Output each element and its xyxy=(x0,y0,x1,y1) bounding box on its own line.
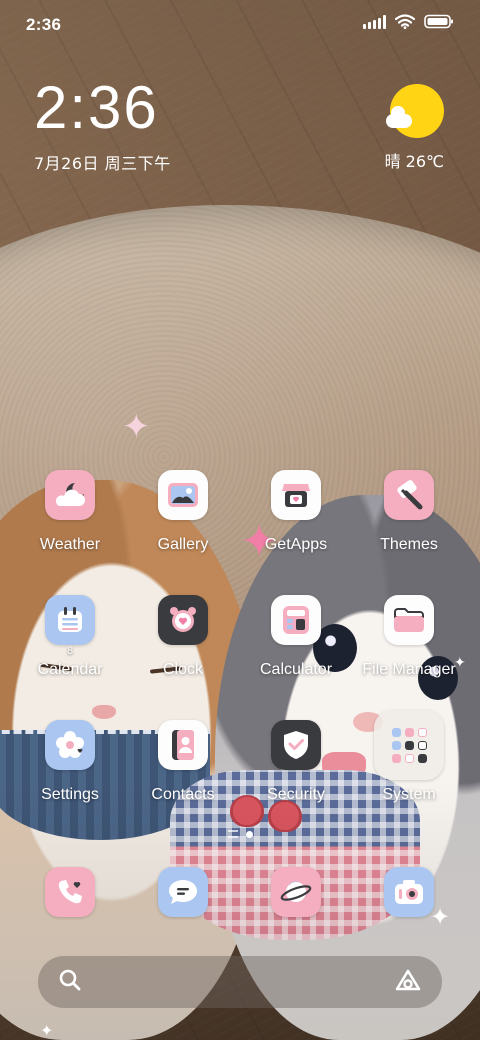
browser-planet-icon xyxy=(271,867,321,917)
contact-book-icon xyxy=(158,720,208,770)
app-label: File Manager xyxy=(362,661,456,678)
page-indicator[interactable] xyxy=(0,830,480,838)
app-settings[interactable]: Settings xyxy=(15,720,125,804)
app-row: Settings Contacts Security System xyxy=(0,710,480,830)
app-gallery[interactable]: Gallery xyxy=(128,470,238,554)
paintbrush-icon xyxy=(384,470,434,520)
store-icon xyxy=(271,470,321,520)
phone-icon xyxy=(45,867,95,917)
photo-icon xyxy=(158,470,208,520)
clock-widget[interactable]: 2:36 7月26日 周三下午 xyxy=(34,78,171,174)
battery-icon xyxy=(424,14,454,29)
search-icon[interactable] xyxy=(58,968,82,997)
app-label: GetApps xyxy=(264,536,328,553)
app-clock[interactable]: Clock xyxy=(128,595,238,679)
app-row: 8 Calendar Clock Calculator File Manager xyxy=(0,595,480,705)
search-bar[interactable] xyxy=(38,956,442,1008)
app-label: Calculator xyxy=(259,661,333,678)
app-label: Gallery xyxy=(157,536,209,553)
app-folder-system[interactable]: System xyxy=(354,710,464,804)
status-bar: 2:36 xyxy=(0,0,480,50)
assistant-icon[interactable] xyxy=(394,968,422,997)
sparkle-decoration: ✦ xyxy=(122,408,151,446)
folder-grid-icon xyxy=(374,710,444,780)
alarm-clock-icon xyxy=(158,595,208,645)
app-label: Themes xyxy=(380,536,438,553)
calendar-icon xyxy=(45,595,95,645)
calendar-date-badge: 8 xyxy=(66,645,74,657)
app-label: Weather xyxy=(39,536,101,553)
widget-weather: 晴 26℃ xyxy=(384,152,444,171)
dock-browser[interactable] xyxy=(241,867,351,917)
dock-messages[interactable] xyxy=(128,867,238,917)
dock xyxy=(0,867,480,923)
sparkle-decoration: ✦ xyxy=(40,1023,54,1040)
message-icon xyxy=(158,867,208,917)
app-label: Clock xyxy=(162,661,203,678)
app-contacts[interactable]: Contacts xyxy=(128,720,238,804)
app-calendar[interactable]: 8 Calendar xyxy=(15,595,125,679)
app-themes[interactable]: Themes xyxy=(354,470,464,554)
page-indicator-lines-icon xyxy=(227,830,238,838)
status-icons xyxy=(363,14,454,29)
dock-camera[interactable] xyxy=(354,867,464,917)
app-label: Contacts xyxy=(151,786,215,803)
app-row: Weather Gallery GetApps Themes xyxy=(0,470,480,580)
app-label: Settings xyxy=(41,786,99,803)
folder-icon xyxy=(384,595,434,645)
page-indicator-dot xyxy=(245,830,253,838)
sun-with-cloud-icon xyxy=(386,84,444,138)
calculator-icon xyxy=(271,595,321,645)
app-calculator[interactable]: Calculator xyxy=(241,595,351,679)
dock-phone[interactable] xyxy=(15,867,125,917)
flower-gear-icon xyxy=(45,720,95,770)
widget-time: 2:36 xyxy=(34,74,159,141)
status-time: 2:36 xyxy=(26,15,62,34)
app-getapps[interactable]: GetApps xyxy=(241,470,351,554)
app-label: System xyxy=(382,786,436,803)
app-weather[interactable]: Weather xyxy=(15,470,125,554)
cell-signal-icon xyxy=(363,15,386,29)
app-security[interactable]: Security xyxy=(241,720,351,804)
weather-widget[interactable]: 晴 26℃ xyxy=(372,84,444,172)
app-file-manager[interactable]: File Manager xyxy=(354,595,464,679)
wifi-icon xyxy=(395,14,415,29)
widget-date: 7月26日 周三下午 xyxy=(34,154,171,173)
shield-check-icon xyxy=(271,720,321,770)
app-label: Security xyxy=(267,786,325,803)
app-label: Calendar xyxy=(37,661,103,678)
camera-icon xyxy=(384,867,434,917)
cloud-moon-icon xyxy=(45,470,95,520)
